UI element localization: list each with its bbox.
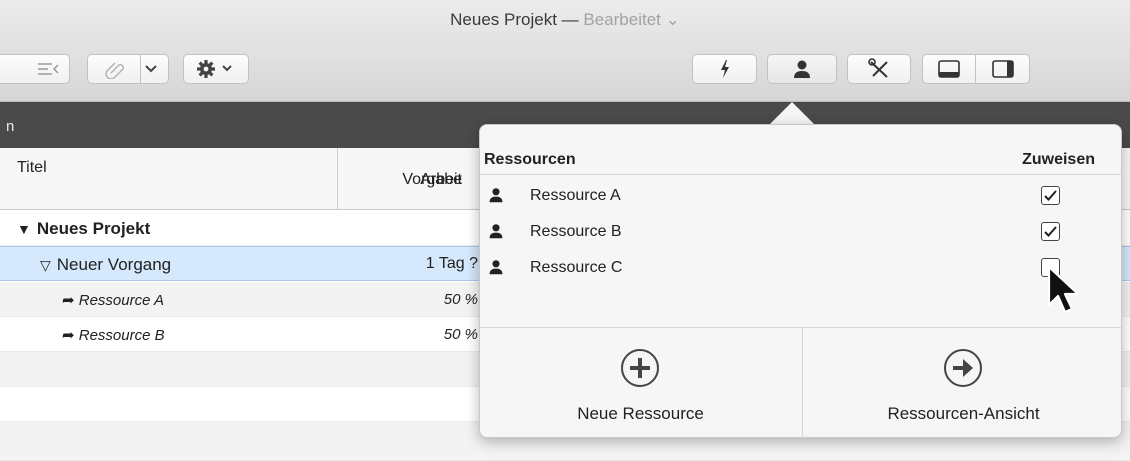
assignment-value: 50 %	[443, 291, 478, 308]
side-panel-icon	[991, 60, 1014, 78]
action-menu-button[interactable]	[183, 54, 249, 84]
column-header-work[interactable]: Vorgabe Arbeit	[338, 148, 478, 210]
resources-column-header: Ressourcen	[484, 151, 576, 168]
panel-toggle-group	[922, 54, 1030, 84]
assign-checkbox[interactable]	[1041, 222, 1060, 241]
assign-column-header: Zuweisen	[1022, 151, 1095, 168]
resource-row[interactable]: Ressource B	[480, 214, 1123, 250]
resource-view-button[interactable]: Ressourcen-Ansicht	[802, 328, 1123, 439]
person-icon	[489, 224, 503, 239]
person-icon	[794, 60, 810, 78]
bottom-panel-icon	[938, 60, 960, 78]
link-icon	[105, 62, 124, 79]
quick-action-button[interactable]	[692, 54, 757, 84]
mouse-cursor-icon	[1047, 265, 1080, 314]
column-header-title[interactable]: Titel	[0, 148, 338, 210]
resources-popover: Ressourcen Zuweisen Ressource A Ressourc…	[479, 124, 1123, 439]
tools-button[interactable]	[847, 54, 911, 84]
gear-icon	[197, 60, 232, 78]
plus-circle-icon	[621, 349, 659, 387]
assign-checkbox[interactable]	[1041, 186, 1060, 205]
lightning-icon	[720, 60, 729, 78]
chevron-down-icon[interactable]: ⌄	[666, 10, 680, 29]
window-title[interactable]: Neues Projekt — Bearbeitet ⌄	[0, 10, 1130, 30]
popover-header: Ressourcen Zuweisen	[480, 149, 1123, 175]
outdent-icon	[38, 63, 59, 75]
document-title: Neues Projekt	[450, 10, 557, 29]
person-icon	[489, 188, 503, 203]
side-panel-button[interactable]	[976, 55, 1029, 83]
disclosure-triangle-icon[interactable]: ▼	[17, 221, 31, 237]
tools-icon	[868, 58, 888, 78]
section-header-text: n	[6, 118, 15, 135]
document-status: Bearbeitet	[583, 10, 661, 29]
window-toolbar: Neues Projekt — Bearbeitet ⌄	[0, 0, 1130, 102]
assignment-arrow-icon: ➦	[62, 292, 79, 309]
chevron-down-icon[interactable]	[143, 62, 159, 81]
outdent-button[interactable]	[0, 54, 70, 84]
popover-footer: Neue Ressource Ressourcen-Ansicht	[480, 327, 1123, 439]
arrow-right-circle-icon	[944, 349, 982, 387]
resources-button[interactable]	[767, 54, 837, 84]
disclosure-triangle-icon[interactable]: ▽	[40, 257, 51, 273]
resource-row[interactable]: Ressource C	[480, 250, 1123, 286]
person-icon	[489, 260, 503, 275]
popover-arrow	[770, 102, 814, 124]
assignment-arrow-icon: ➦	[62, 327, 79, 344]
new-resource-button[interactable]: Neue Ressource	[480, 328, 801, 439]
bottom-panel-button[interactable]	[923, 55, 977, 83]
task-work-value: 1 Tag ?	[425, 255, 478, 272]
resource-row[interactable]: Ressource A	[480, 178, 1123, 214]
assignment-value: 50 %	[443, 326, 478, 343]
